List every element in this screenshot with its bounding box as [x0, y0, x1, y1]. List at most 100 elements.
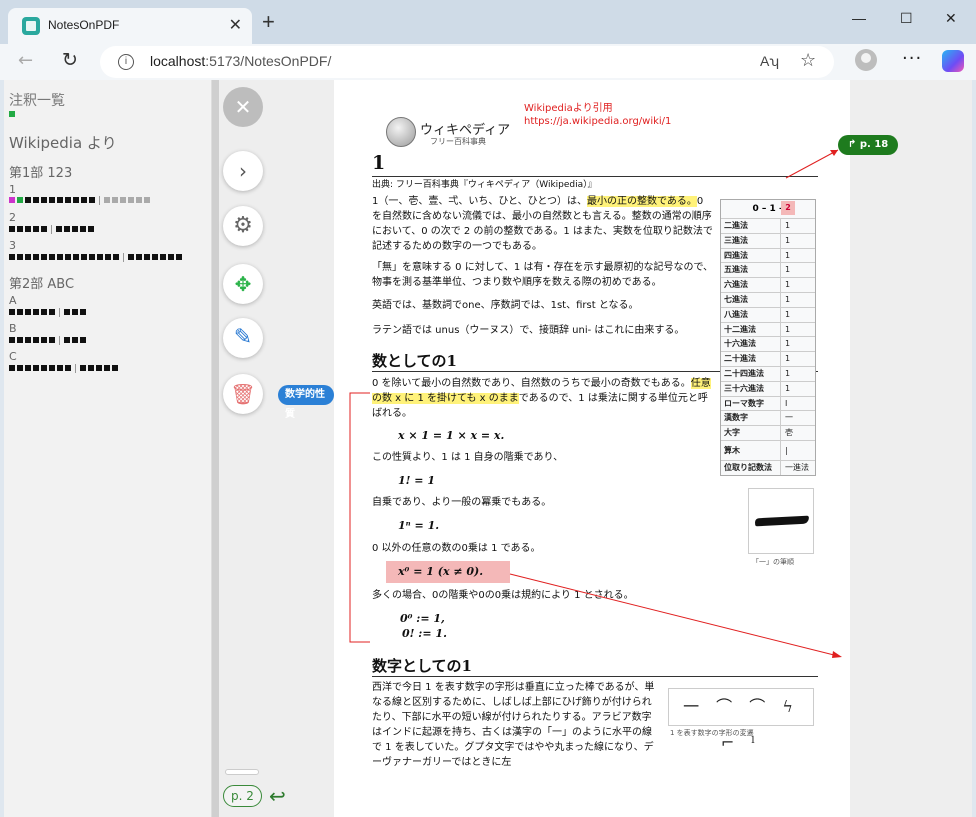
- annotation-list-heading: 注釈一覧: [9, 93, 65, 109]
- infobox-key: 六進法: [721, 278, 781, 292]
- tab-bar: NotesOnPDF ✕ + — ☐ ✕: [0, 0, 976, 44]
- infobox-key: 三進法: [721, 233, 781, 248]
- infobox-row: 十二進法 1: [721, 321, 815, 337]
- more-menu-icon[interactable]: ···: [902, 48, 922, 69]
- highlight-smallest-positive[interactable]: 最小の正の整数である。: [586, 196, 697, 207]
- item-c-bars[interactable]: [9, 363, 118, 373]
- edit-button[interactable]: ✎: [223, 318, 263, 358]
- page-jump-badge[interactable]: ↱ p. 18: [838, 135, 899, 155]
- pdf-page: ウィキペディア フリー百科事典 Wikipediaより引用 https://ja…: [334, 80, 850, 817]
- item-a-bars[interactable]: [9, 307, 86, 317]
- trash-icon: 🗑: [230, 382, 256, 406]
- stroke-order-image: [748, 488, 814, 554]
- infobox-value: 1: [785, 294, 791, 304]
- panel-resizer[interactable]: [212, 80, 219, 817]
- infobox-rows: 二進法 1 三進法 1 四進法 1 五進法 1 六進法 1 七進法 1 八進法 1 十二進法 1 十六進法 1 二十…: [721, 218, 815, 475]
- section1-text-a: 0 を除いて最小の自然数であり、自然数のうちで最小の奇数でもある。: [372, 378, 691, 389]
- move-arrows-icon: ✥: [234, 272, 252, 296]
- infobox-next-number[interactable]: 2: [781, 201, 795, 215]
- infobox-value: 1: [785, 250, 791, 260]
- infobox-value: 1: [785, 339, 791, 349]
- paragraph-mu: 「無」を意味する 0 に対して、1 は有・存在を示す最原初的な記号なので、物事を…: [372, 262, 714, 288]
- logo-subtitle: フリー百科事典: [430, 137, 486, 146]
- article-title: 1: [372, 152, 386, 174]
- paragraph-latin: ラテン語では unus（ウーヌス）で、接頭辞 uni- はこれに由来する。: [372, 325, 685, 336]
- source-note[interactable]: Wikipediaより引用 https://ja.wikipedia.org/w…: [524, 102, 671, 128]
- item-2-bars[interactable]: [9, 224, 94, 234]
- infobox-value: I: [785, 398, 788, 408]
- infobox-key: ローマ数字: [721, 396, 781, 411]
- window-close-button[interactable]: ✕: [945, 10, 957, 27]
- infobox-key: 十二進法: [721, 322, 781, 337]
- expand-button[interactable]: ›: [223, 151, 263, 191]
- address-bar[interactable]: i localhost:5173/NotesOnPDF/ Aʮ ☆: [100, 46, 834, 78]
- undo-arrow-icon[interactable]: ↩: [269, 784, 286, 808]
- site-info-icon[interactable]: i: [118, 54, 134, 70]
- item-3-bars[interactable]: [9, 252, 182, 262]
- infobox-key: 五進法: [721, 263, 781, 278]
- profile-avatar[interactable]: [855, 49, 877, 71]
- section-part2[interactable]: 第2部 ABC: [9, 273, 74, 292]
- infobox-key: 漢数字: [721, 411, 781, 426]
- delete-button[interactable]: 🗑: [223, 374, 263, 414]
- infobox-row: 三進法 1: [721, 232, 815, 248]
- new-tab-button[interactable]: +: [262, 11, 275, 33]
- tab-close-icon[interactable]: ✕: [229, 16, 242, 34]
- infobox-row: 八進法 1: [721, 306, 815, 322]
- power-paragraph: 自乗であり、より一般の冪乗でもある。: [372, 497, 552, 508]
- item-c-label[interactable]: C: [9, 350, 17, 363]
- infobox-row: 漢数字一: [721, 410, 815, 426]
- infobox-value: 1: [785, 383, 791, 393]
- control-rail: ✕ › ⚙ ✥ ✎ 🗑 数学的性質 p. 2 ↩: [212, 80, 334, 817]
- tab-notesonpdf[interactable]: NotesOnPDF ✕: [8, 8, 252, 44]
- glyph-evolution-caption: 1 を表す数字の字形の変遷: [670, 729, 754, 737]
- item-2-label[interactable]: 2: [9, 211, 16, 224]
- infobox-value: 1: [785, 309, 791, 319]
- item-b-label[interactable]: B: [9, 322, 17, 335]
- item-1-bars[interactable]: [9, 195, 150, 205]
- item-1-label[interactable]: 1: [9, 183, 16, 196]
- page-number-pill[interactable]: p. 2: [223, 785, 262, 807]
- source-note-line2: https://ja.wikipedia.org/wiki/1: [524, 116, 672, 127]
- source-title[interactable]: Wikipedia より: [9, 132, 117, 153]
- infobox-row: 三十六進法 1: [721, 380, 815, 396]
- window-minimize-button[interactable]: —: [852, 10, 866, 26]
- annotated-equation-zero-power[interactable]: x⁰ = 1 (x ≠ 0).: [386, 561, 510, 583]
- read-aloud-icon[interactable]: Aʮ: [760, 53, 779, 69]
- move-button[interactable]: ✥: [223, 264, 263, 304]
- close-button[interactable]: ✕: [223, 87, 263, 127]
- jump-arrow-icon: ↱: [848, 139, 860, 150]
- infobox-row: 五進法 1: [721, 262, 815, 278]
- equation-factorial: 1! = 1: [398, 474, 436, 487]
- settings-button[interactable]: ⚙: [223, 206, 263, 246]
- copilot-icon[interactable]: [942, 50, 964, 72]
- item-b-bars[interactable]: [9, 335, 86, 345]
- reload-icon[interactable]: ↻: [62, 49, 78, 71]
- favorite-star-icon[interactable]: ☆: [800, 50, 816, 71]
- infobox-row: 大字壱: [721, 425, 815, 440]
- infobox-value: 1: [785, 280, 791, 290]
- section-part1[interactable]: 第1部 123: [9, 162, 72, 181]
- back-arrow-icon[interactable]: ←: [18, 50, 33, 71]
- infobox-header-seq: 0 – 1 –: [752, 204, 784, 214]
- zero-power-paragraph: 0 以外の任意の数の0乗は 1 である。: [372, 543, 541, 554]
- source-note-line1: Wikipediaより引用: [524, 103, 613, 114]
- window-maximize-button[interactable]: ☐: [900, 10, 913, 27]
- annotation-label-badge[interactable]: 数学的性質: [278, 385, 334, 420]
- infobox-value: 1: [785, 354, 791, 364]
- equation-zero-zero: 0⁰ := 1,: [400, 612, 445, 625]
- app-favicon-icon: [22, 17, 40, 35]
- item-3-label[interactable]: 3: [9, 239, 16, 252]
- infobox-key: 四進法: [721, 248, 781, 263]
- infobox-row: ローマ数字 I: [721, 395, 815, 411]
- url-text[interactable]: localhost:5173/NotesOnPDF/: [150, 53, 331, 69]
- infobox-row: 十六進法 1: [721, 336, 815, 352]
- title-rule: [372, 176, 818, 177]
- section-rule-2: [372, 676, 818, 677]
- infobox-row: 二十四進法 1: [721, 365, 815, 381]
- intro-paragraph: 1（一、壱、壹、弌、いち、ひと、ひとつ）は、最小の正の整数である。0 を自然数に…: [372, 194, 714, 254]
- wikipedia-globe-icon: [386, 117, 416, 147]
- right-gutter: [850, 80, 972, 817]
- infobox-key: 算木: [721, 440, 781, 460]
- item-a-label[interactable]: A: [9, 294, 17, 307]
